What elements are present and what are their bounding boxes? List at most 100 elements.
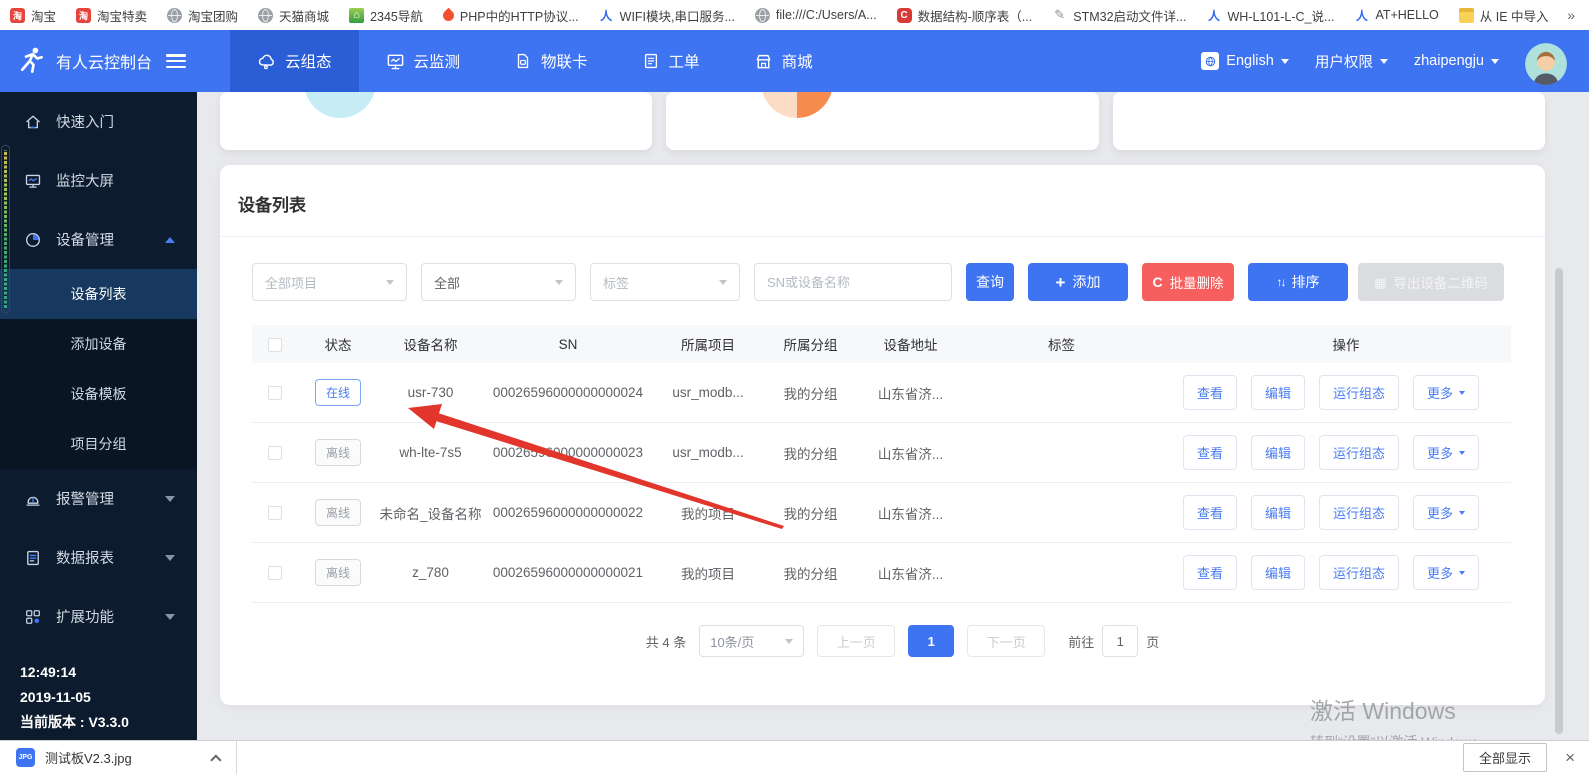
show-all-downloads-button[interactable]: 全部显示 (1463, 743, 1547, 772)
avatar[interactable] (1525, 43, 1567, 85)
bookmark-label: 数据结构-顺序表（... (918, 6, 1033, 25)
table-row: 离线 wh-lte-7s5 00026596000000000023 usr_m… (252, 423, 1511, 483)
goto-page-input[interactable] (1102, 625, 1138, 657)
tab-work-order[interactable]: 工单 (615, 30, 727, 92)
next-page-button[interactable]: 下一页 (967, 625, 1045, 657)
view-button[interactable]: 查看 (1183, 435, 1237, 470)
run-scada-button[interactable]: 运行组态 (1319, 435, 1399, 470)
chevron-down-icon (386, 280, 394, 289)
chevron-down-icon (1491, 59, 1499, 68)
more-button[interactable]: 更多 (1413, 435, 1479, 470)
status-badge: 离线 (315, 499, 361, 526)
search-button[interactable]: 查询 (966, 263, 1014, 301)
sort-button[interactable]: ↑↓ 排序 (1248, 263, 1348, 301)
bookmark-item[interactable]: WH-L101-L-C_说... (1206, 6, 1334, 25)
usr-runner-logo-icon (16, 46, 46, 76)
run-scada-button[interactable]: 运行组态 (1319, 375, 1399, 410)
sidebar-subitem-project-group[interactable]: 项目分组 (0, 419, 197, 469)
edit-button[interactable]: 编辑 (1251, 435, 1305, 470)
top-navbar: 有人云控制台 云组态 云监测 (0, 30, 1589, 92)
add-button[interactable]: + 添加 (1028, 263, 1128, 301)
nav-tabs: 云组态 云监测 物联卡 (230, 30, 840, 92)
more-button[interactable]: 更多 (1413, 375, 1479, 410)
edit-button[interactable]: 编辑 (1251, 375, 1305, 410)
tab-cloud-monitor[interactable]: 云监测 (359, 30, 488, 92)
tab-scada[interactable]: 云组态 (230, 30, 359, 92)
bookmark-item[interactable]: STM32启动文件详... (1052, 6, 1186, 25)
sidebar-item-monitor-screen[interactable]: 监控大屏 (0, 151, 197, 210)
sidebar-item-alarm-management[interactable]: 报警管理 (0, 469, 197, 528)
bookmark-favicon-icon (349, 8, 364, 23)
sidebar-subitem-device-template[interactable]: 设备模板 (0, 369, 197, 419)
username-menu[interactable]: zhaipengju (1414, 53, 1499, 69)
language-menu[interactable]: English (1201, 52, 1289, 70)
sidebar-item-device-management[interactable]: 设备管理 (0, 210, 197, 269)
bookmarks-bar: 淘宝 淘宝特卖 淘宝团购 天猫商城 (0, 0, 1589, 30)
bookmark-item[interactable]: 2345导航 (349, 6, 423, 25)
status-select[interactable]: 全部 (421, 263, 576, 301)
prev-page-button[interactable]: 上一页 (817, 625, 895, 657)
tag-select[interactable]: 标签 (590, 263, 740, 301)
tab-mall[interactable]: 商城 (727, 30, 840, 92)
search-input[interactable] (754, 263, 952, 301)
col-actions: 操作 (1181, 334, 1511, 354)
export-qr-button[interactable]: ▦ 导出设备二维码 (1358, 263, 1504, 301)
current-page-button[interactable]: 1 (908, 625, 954, 657)
download-item[interactable]: JPG 测试板V2.3.jpg (0, 741, 237, 774)
bookmark-item[interactable]: 天猫商城 (258, 6, 329, 25)
goto-label: 前往 (1068, 632, 1094, 651)
globe-translate-icon (1201, 52, 1219, 70)
bookmark-item[interactable]: 从 IE 中导入 (1459, 6, 1549, 25)
chevron-down-icon (555, 280, 563, 289)
sort-arrows-icon: ↑↓ (1277, 276, 1285, 288)
row-checkbox[interactable] (268, 386, 282, 400)
bookmark-item[interactable]: 淘宝团购 (167, 6, 238, 25)
bookmark-item[interactable]: file:///C:/Users/A... (755, 8, 877, 23)
device-group: 我的分组 (763, 443, 858, 463)
close-icon[interactable]: × (1565, 749, 1575, 766)
bookmark-favicon-icon (755, 8, 770, 23)
bookmarks-overflow-chevron-icon[interactable]: » (1567, 7, 1579, 23)
col-status: 状态 (298, 334, 378, 354)
view-button[interactable]: 查看 (1183, 555, 1237, 590)
bookmark-item[interactable]: 淘宝 (10, 6, 56, 25)
edit-button[interactable]: 编辑 (1251, 495, 1305, 530)
device-address: 山东省济... (858, 383, 963, 403)
batch-delete-button[interactable]: C 批量删除 (1142, 263, 1234, 301)
edit-button[interactable]: 编辑 (1251, 555, 1305, 590)
page-size-select[interactable]: 10条/页 (699, 625, 804, 657)
run-scada-button[interactable]: 运行组态 (1319, 495, 1399, 530)
more-button[interactable]: 更多 (1413, 495, 1479, 530)
sidebar-subitem-add-device[interactable]: 添加设备 (0, 319, 197, 369)
bookmark-item[interactable]: 淘宝特卖 (76, 6, 147, 25)
bookmark-favicon-icon (441, 7, 457, 23)
project-select[interactable]: 全部项目 (252, 263, 407, 301)
row-actions: 查看 编辑 运行组态 更多 (1181, 435, 1511, 470)
expand-chevron-icon[interactable] (210, 754, 221, 765)
user-role-menu[interactable]: 用户权限 (1315, 51, 1388, 72)
bookmark-item[interactable]: 数据结构-顺序表（... (897, 6, 1033, 25)
sidebar-item-quick-start[interactable]: 快速入门 (0, 92, 197, 151)
bookmark-item[interactable]: WIFI模块,串口服务... (599, 6, 735, 25)
row-checkbox[interactable] (268, 446, 282, 460)
bookmark-item[interactable]: AT+HELLO (1354, 8, 1438, 23)
tab-iot-sim[interactable]: 物联卡 (487, 30, 615, 92)
row-checkbox[interactable] (268, 566, 282, 580)
bookmark-label: AT+HELLO (1375, 8, 1438, 22)
bookmark-item[interactable]: PHP中的HTTP协议... (443, 6, 579, 25)
view-button[interactable]: 查看 (1183, 375, 1237, 410)
sidebar-item-data-report[interactable]: 数据报表 (0, 528, 197, 587)
row-checkbox[interactable] (268, 506, 282, 520)
sidebar: 快速入门 监控大屏 设备管理 设备列表 添加设备 (0, 92, 197, 740)
run-scada-button[interactable]: 运行组态 (1319, 555, 1399, 590)
more-button[interactable]: 更多 (1413, 555, 1479, 590)
select-all-checkbox[interactable] (268, 338, 282, 352)
view-button[interactable]: 查看 (1183, 495, 1237, 530)
sidebar-subitem-device-list[interactable]: 设备列表 (0, 269, 197, 319)
page-suffix: 页 (1146, 632, 1159, 651)
scrollbar-thumb[interactable] (1555, 268, 1563, 734)
sidebar-item-extended-functions[interactable]: 扩展功能 (0, 587, 197, 646)
menu-toggle-icon[interactable] (166, 54, 186, 68)
report-icon (24, 549, 42, 567)
pie-chart-cyan (304, 92, 376, 118)
